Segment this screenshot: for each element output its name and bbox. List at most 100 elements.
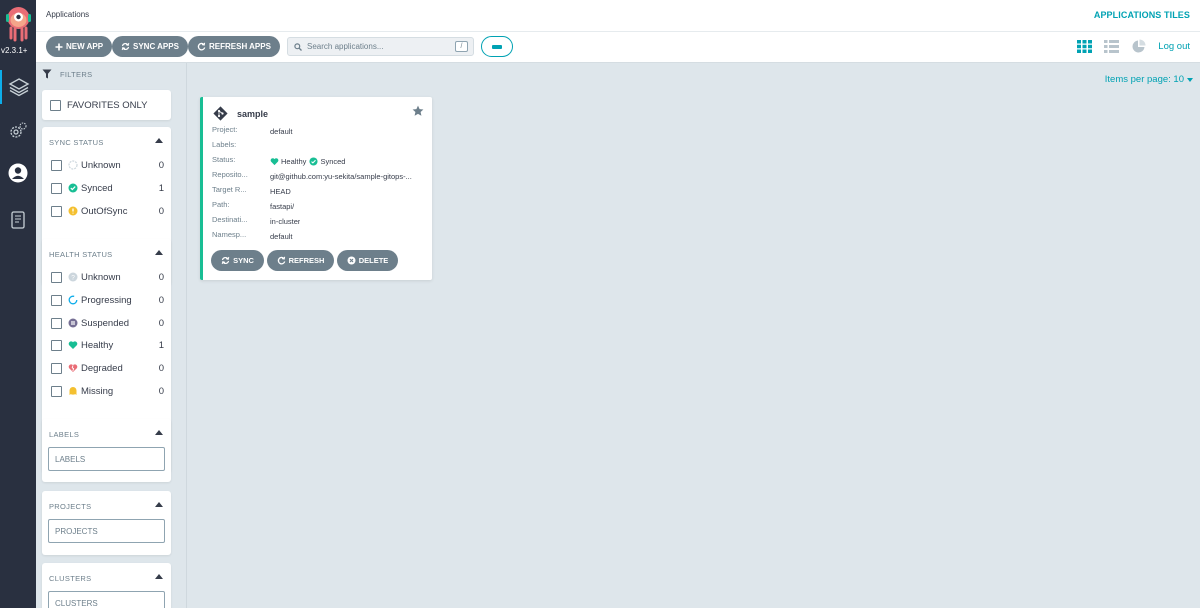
- collapse-caret-icon[interactable]: [155, 250, 163, 255]
- clusters-panel: CLUSTERS CLUSTERS: [42, 563, 171, 608]
- health-suspended-count: 0: [158, 317, 164, 329]
- field-key: Destinati...: [212, 215, 248, 224]
- progressing-spinner-icon: [68, 295, 78, 305]
- clusters-input[interactable]: CLUSTERS: [48, 591, 165, 608]
- settings-gears-icon: [10, 122, 27, 138]
- field-key: Reposito...: [212, 170, 248, 179]
- git-icon: [213, 106, 228, 121]
- sync-unknown-label: Unknown: [81, 159, 121, 171]
- checkbox[interactable]: [51, 294, 62, 306]
- projects-input[interactable]: PROJECTS: [48, 519, 165, 543]
- toolbar: NEW APP SYNC APPS REFRESH APPS Search ap…: [36, 32, 1200, 63]
- search-input[interactable]: Search applications... /: [287, 37, 474, 56]
- version-label: v2.3.1+: [1, 46, 28, 55]
- favorites-only-checkbox[interactable]: FAVORITES ONLY: [50, 98, 163, 112]
- field-value: HEAD: [270, 186, 291, 196]
- app-delete-button[interactable]: DELETE: [337, 250, 398, 271]
- refresh-icon: [277, 256, 285, 265]
- filters-header: FILTERS: [42, 69, 92, 79]
- nav-applications[interactable]: [0, 70, 36, 104]
- refresh-icon: [197, 42, 206, 51]
- synced-check-icon: [309, 156, 318, 166]
- checkbox[interactable]: [51, 385, 62, 397]
- app-delete-label: DELETE: [358, 256, 389, 265]
- collapse-caret-icon[interactable]: [155, 502, 163, 507]
- caret-down-icon: [1187, 77, 1193, 82]
- app-name-row: sample: [213, 106, 268, 121]
- summary-pie-icon[interactable]: [1131, 39, 1146, 54]
- nav-settings[interactable]: [0, 114, 36, 148]
- checkbox[interactable]: [51, 159, 62, 171]
- health-status-text: Healthy: [281, 156, 307, 166]
- health-filter-unknown[interactable]: ? Unknown 0: [51, 270, 164, 284]
- filter-funnel-icon: [42, 69, 52, 79]
- refresh-apps-button[interactable]: REFRESH APPS: [188, 36, 280, 57]
- health-filter-missing[interactable]: Missing 0: [51, 384, 164, 398]
- health-degraded-count: 0: [158, 362, 164, 374]
- search-placeholder: Search applications...: [307, 42, 384, 51]
- field-key: Path:: [212, 200, 230, 209]
- health-unknown-label: Unknown: [81, 271, 121, 283]
- field-key: Namesp...: [212, 230, 247, 239]
- app-refresh-label: REFRESH: [288, 256, 325, 265]
- health-status-title: HEALTH STATUS: [49, 250, 113, 259]
- checkbox[interactable]: [50, 99, 61, 111]
- suspended-pause-icon: [68, 318, 78, 328]
- sync-unknown-count: 0: [158, 159, 164, 171]
- checkbox[interactable]: [51, 339, 62, 351]
- projects-panel: PROJECTS PROJECTS: [42, 491, 171, 555]
- health-suspended-label: Suspended: [81, 317, 130, 329]
- argo-logo[interactable]: [5, 4, 32, 42]
- delete-x-circle-icon: [347, 256, 356, 265]
- collapse-caret-icon[interactable]: [155, 430, 163, 435]
- page-title: Applications: [46, 10, 90, 19]
- filter-toggle[interactable]: [481, 36, 513, 57]
- health-filter-progressing[interactable]: Progressing 0: [51, 293, 164, 307]
- application-tile[interactable]: sample Project: default Labels: Status: …: [200, 97, 432, 280]
- docs-icon: [11, 211, 25, 229]
- filters-sidebar: FILTERS FAVORITES ONLY SYNC STATUS Unkno…: [36, 63, 187, 608]
- field-namespace: Namesp... default: [212, 230, 426, 242]
- checkbox[interactable]: [51, 182, 62, 194]
- tiles-view-icon[interactable]: [1077, 40, 1093, 53]
- sync-apps-button[interactable]: SYNC APPS: [112, 36, 188, 57]
- health-filter-suspended[interactable]: Suspended 0: [51, 316, 164, 330]
- labels-input[interactable]: LABELS: [48, 447, 165, 471]
- healthy-heart-icon: [68, 341, 78, 349]
- list-view-icon[interactable]: [1104, 40, 1120, 53]
- labels-title: LABELS: [49, 430, 80, 439]
- health-progressing-label: Progressing: [81, 294, 132, 306]
- left-nav: v2.3.1+: [0, 0, 36, 608]
- collapse-caret-icon[interactable]: [155, 138, 163, 143]
- favorite-star-icon[interactable]: [412, 105, 424, 117]
- health-healthy-count: 1: [158, 339, 164, 351]
- sync-status-text: Synced: [320, 156, 346, 166]
- checkbox[interactable]: [51, 317, 62, 329]
- checkbox[interactable]: [51, 362, 62, 374]
- collapse-caret-icon[interactable]: [155, 574, 163, 579]
- health-unknown-count: 0: [158, 271, 164, 283]
- sync-filter-unknown[interactable]: Unknown 0: [51, 158, 164, 172]
- plus-icon: [55, 43, 63, 50]
- app-refresh-button[interactable]: REFRESH: [267, 250, 334, 271]
- logout-link[interactable]: Log out: [1158, 41, 1190, 52]
- health-filter-healthy[interactable]: Healthy 1: [51, 338, 164, 352]
- synced-check-icon: [68, 183, 78, 193]
- health-missing-label: Missing: [81, 385, 114, 397]
- new-app-button[interactable]: NEW APP: [46, 36, 113, 57]
- app-sync-button[interactable]: SYNC: [211, 250, 264, 271]
- health-filter-degraded[interactable]: Degraded 0: [51, 361, 164, 375]
- health-healthy-label: Healthy: [81, 339, 114, 351]
- items-per-page-select[interactable]: Items per page: 10: [1105, 74, 1193, 85]
- sync-filter-outofsync[interactable]: OutOfSync 0: [51, 204, 164, 218]
- sync-filter-synced[interactable]: Synced 1: [51, 181, 164, 195]
- app-name[interactable]: sample: [237, 109, 268, 119]
- checkbox[interactable]: [51, 205, 62, 217]
- checkbox[interactable]: [51, 271, 62, 283]
- nav-docs[interactable]: [0, 203, 36, 237]
- field-repository: Reposito... git@github.com:yu-sekita/sam…: [212, 170, 426, 182]
- nav-user-info[interactable]: [0, 156, 36, 190]
- missing-ghost-icon: [69, 387, 77, 395]
- minus-icon: [492, 44, 502, 49]
- field-value: default: [270, 126, 293, 136]
